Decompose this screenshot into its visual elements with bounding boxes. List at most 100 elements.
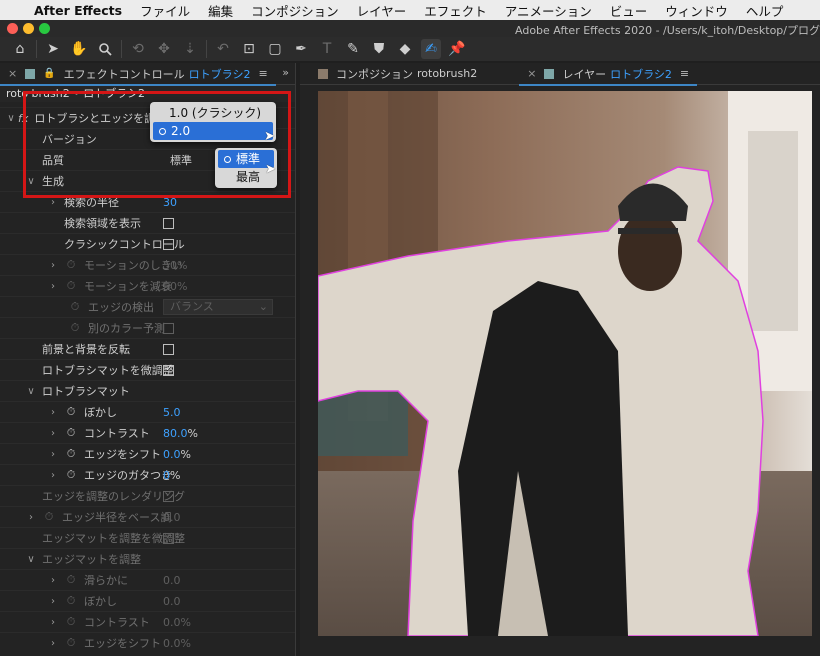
chevron-right-icon[interactable]: › [26,512,36,523]
stopwatch-icon[interactable]: ⏱ [64,615,78,629]
anchor-point-icon[interactable]: ⊡ [239,39,259,59]
stopwatch-icon[interactable]: ⏱ [68,321,82,335]
base-edge-radius-value[interactable]: 0.0 [163,511,181,524]
shift-edge2-value[interactable]: 0.0% [163,637,191,650]
contrast-value[interactable]: 80.0% [163,427,198,440]
stopwatch-icon[interactable]: ⏱ [64,279,78,293]
smooth-value[interactable]: 0.0 [163,574,181,587]
roto-matte-label: ロトブラシマット [42,385,130,398]
chevron-right-icon[interactable]: › [48,617,58,628]
contrast2-value[interactable]: 0.0% [163,616,191,629]
chevron-right-icon[interactable]: › [48,197,58,208]
menu-view[interactable]: ビュー [610,1,648,20]
roto-brush-icon[interactable]: ✍ [421,39,441,59]
invert-fg-bg-checkbox[interactable] [163,343,174,355]
chevron-right-icon[interactable]: › [48,638,58,649]
refine-edge-matte-checkbox[interactable] [163,531,174,544]
chevron-right-icon[interactable]: › [48,407,58,418]
zoom-window-button[interactable] [39,23,50,34]
edge-detection-label: エッジの検出 [88,301,154,314]
chevron-down-icon[interactable]: ∨ [26,386,36,397]
refine-roto-matte-label: ロトブラシマットを微調整 [42,364,174,377]
stopwatch-icon[interactable]: ⏱ [42,510,56,524]
layer-color-icon [544,68,555,79]
shift-edge-value[interactable]: 0.0% [163,448,191,461]
minimize-window-button[interactable] [23,23,34,34]
eraser-icon[interactable]: ◆ [395,39,415,59]
menu-layer[interactable]: レイヤー [357,1,407,20]
zoom-icon[interactable] [95,39,115,59]
stopwatch-icon[interactable]: ⏱ [64,636,78,650]
close-tab-icon[interactable]: × [527,67,536,80]
chevron-right-icon[interactable]: › [48,281,58,292]
feather-value[interactable]: 5.0 [163,406,181,419]
motion-damping-label: モーションを減衰 [84,280,172,293]
chevron-right-icon[interactable]: › [48,260,58,271]
tab-effect-controls[interactable]: × 🔒 エフェクトコントロール ロトブラシ2 ≡ [0,63,276,86]
layer-viewer-image[interactable] [318,91,812,636]
stopwatch-icon[interactable]: ⏱ [64,468,78,482]
render-refine-edge-row: エッジを調整のレンダリング [0,485,295,506]
show-search-region-checkbox[interactable] [163,217,174,229]
type-icon[interactable]: T [317,39,337,59]
chevron-right-icon[interactable]: › [48,428,58,439]
stopwatch-icon[interactable]: ⏱ [64,573,78,587]
chevron-down-icon[interactable]: ∨ [6,113,16,124]
panel-menu-icon[interactable]: ≡ [258,67,267,80]
chevron-right-icon[interactable]: › [48,575,58,586]
reduce-chatter-value[interactable]: 0% [163,469,180,482]
classic-control-checkbox[interactable] [163,238,174,250]
panel-overflow-icon[interactable]: » [282,66,289,79]
home-icon[interactable]: ⌂ [10,39,30,59]
stopwatch-icon[interactable]: ⏱ [64,258,78,272]
feather2-value[interactable]: 0.0 [163,595,181,608]
edge-detection-dropdown[interactable]: バランス ⌄ [163,299,273,315]
stopwatch-icon[interactable]: ⏱ [68,300,82,314]
lock-icon[interactable]: 🔒 [43,68,55,79]
close-window-button[interactable] [7,23,18,34]
app-menu[interactable]: After Effects [34,3,122,18]
chevron-right-icon[interactable]: › [48,470,58,481]
menu-animation[interactable]: アニメーション [505,1,592,20]
shift-edge-label: エッジをシフト [84,448,161,461]
edge-matte-group-row[interactable]: ∨ エッジマットを調整 [0,548,295,569]
hand-icon[interactable]: ✋ [69,39,89,59]
chevron-down-icon[interactable]: ∨ [26,554,36,565]
pen-icon[interactable]: ✒ [291,39,311,59]
selection-arrow-icon[interactable]: ➤ [43,39,63,59]
chevron-right-icon[interactable]: › [48,449,58,460]
dolly-camera-icon[interactable]: ⇣ [180,39,200,59]
render-refine-edge-checkbox[interactable] [163,489,174,502]
refine-roto-matte-checkbox[interactable] [163,363,174,376]
menu-edit[interactable]: 編集 [208,1,233,20]
feather-row: › ⏱ ぼかし 5.0 [0,401,295,422]
brush-icon[interactable]: ✎ [343,39,363,59]
stopwatch-icon[interactable]: ⏱ [64,594,78,608]
motion-damping-value[interactable]: 50% [163,280,187,293]
motion-threshold-value[interactable]: 50% [163,259,187,272]
rectangle-icon[interactable]: ▢ [265,39,285,59]
orbit-camera-icon[interactable]: ⟲ [128,39,148,59]
menu-window[interactable]: ウィンドウ [665,1,728,20]
clone-stamp-icon[interactable]: ⛊ [369,39,389,59]
chevron-right-icon[interactable]: › [48,596,58,607]
stopwatch-icon[interactable]: ⏱ [64,405,78,419]
menu-file[interactable]: ファイル [140,1,190,20]
refine-edge-matte-row: エッジマットを調整を微調整 [0,527,295,548]
pan-camera-icon[interactable]: ✥ [154,39,174,59]
footage-frame [318,91,812,636]
rotate-icon[interactable]: ↶ [213,39,233,59]
tab-layer-label: レイヤー [562,67,607,81]
menu-composition[interactable]: コンポジション [251,1,339,20]
panel-menu-icon[interactable]: ≡ [680,67,689,80]
roto-matte-group-row[interactable]: ∨ ロトブラシマット [0,380,295,401]
tab-layer[interactable]: × レイヤー ロトブラシ2 ≡ [519,63,698,86]
menu-help[interactable]: ヘルプ [746,1,784,20]
puppet-pin-icon[interactable]: 📌 [447,39,467,59]
close-tab-icon[interactable]: × [8,67,17,80]
alt-color-checkbox[interactable] [163,322,174,334]
tab-composition[interactable]: コンポジション rotobrush2 [310,63,485,85]
menu-effect[interactable]: エフェクト [424,1,487,20]
stopwatch-icon[interactable]: ⏱ [64,426,78,440]
stopwatch-icon[interactable]: ⏱ [64,447,78,461]
